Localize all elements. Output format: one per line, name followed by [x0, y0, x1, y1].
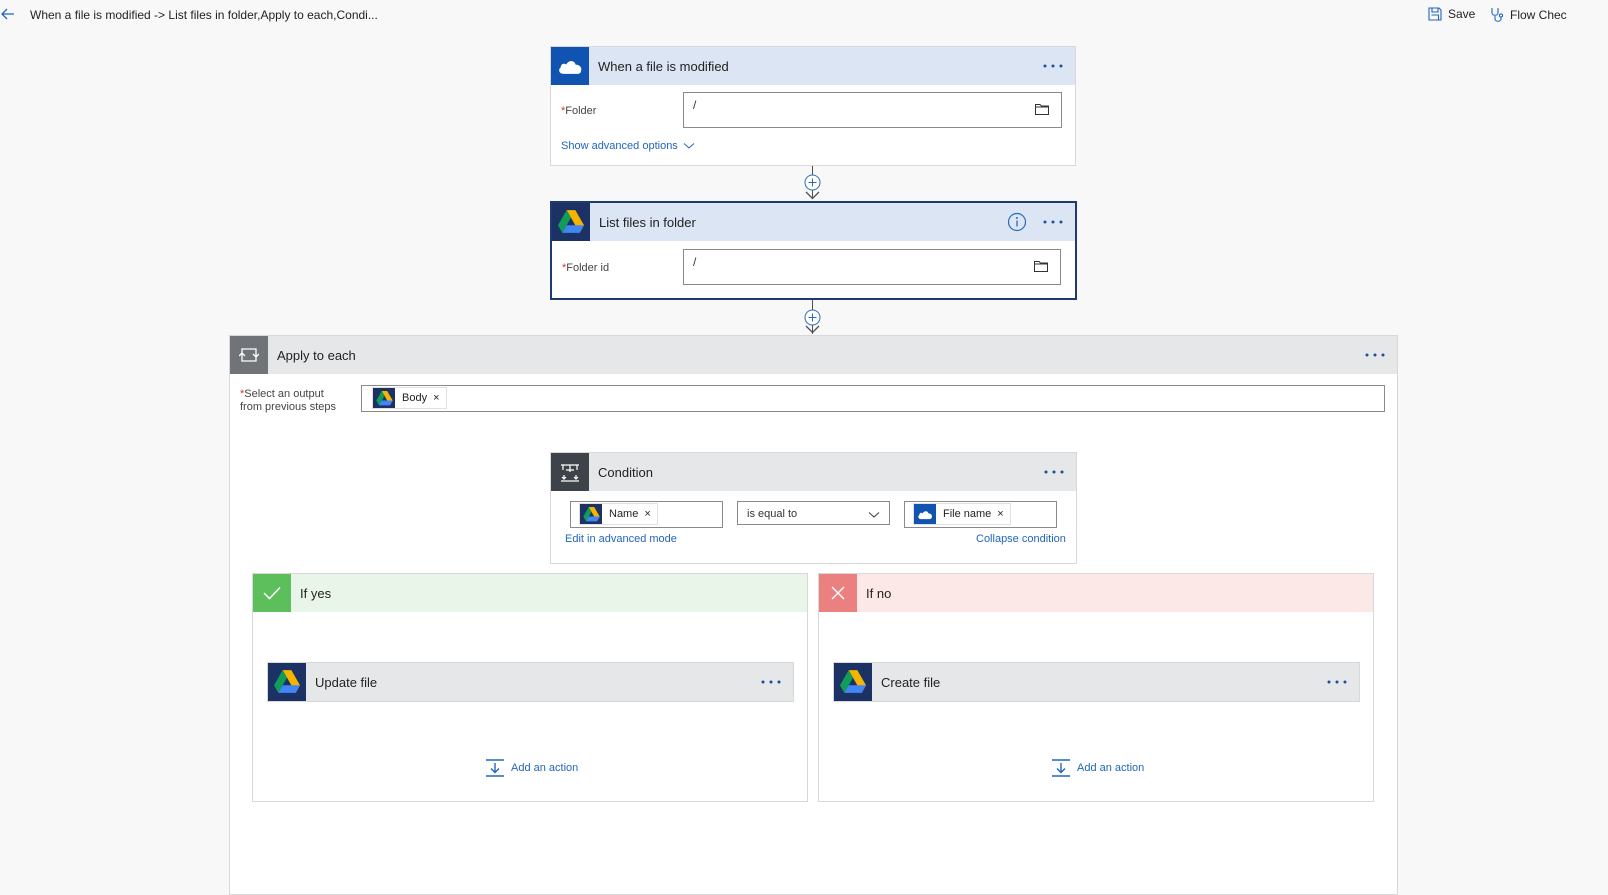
close-icon [819, 574, 857, 612]
google-drive-icon [373, 388, 395, 408]
condition-right-input[interactable]: File name × [904, 501, 1057, 528]
add-action-icon [485, 759, 505, 777]
insert-step-plus-icon[interactable] [804, 309, 821, 326]
folder-label: *Folder [561, 105, 597, 117]
loop-icon [230, 336, 268, 374]
more-options-icon[interactable] [1039, 56, 1067, 76]
select-output-input[interactable]: Body × [361, 385, 1385, 412]
add-action-button[interactable]: Add an action [1051, 759, 1144, 777]
info-icon[interactable] [1007, 212, 1027, 232]
list-files-card[interactable]: List files in folder *Folder id / [550, 201, 1077, 300]
condition-header[interactable]: Condition [551, 453, 1076, 491]
checkmark-icon [253, 574, 291, 612]
google-drive-icon [268, 663, 306, 701]
onedrive-icon [551, 47, 589, 85]
command-bar: When a file is modified -> List files in… [0, 0, 1608, 30]
create-file-header[interactable]: Create file [834, 663, 1359, 701]
apply-to-each-title: Apply to each [277, 347, 356, 363]
flow-title: When a file is modified -> List files in… [30, 8, 378, 22]
update-file-header[interactable]: Update file [268, 663, 793, 701]
body-token[interactable]: Body × [372, 387, 447, 409]
chevron-down-icon [683, 143, 695, 149]
name-token[interactable]: Name × [579, 503, 658, 525]
folder-id-label: *Folder id [562, 262, 610, 274]
flow-checker-label: Flow Chec [1510, 8, 1567, 22]
more-options-icon[interactable] [757, 672, 785, 692]
more-options-icon[interactable] [1323, 672, 1351, 692]
list-files-header[interactable]: List files in folder [552, 203, 1075, 241]
remove-token-icon[interactable]: × [997, 508, 1003, 520]
condition-card[interactable]: Condition Name × is equal to File name ×… [550, 452, 1077, 564]
condition-icon [551, 453, 589, 491]
remove-token-icon[interactable]: × [433, 392, 439, 404]
trigger-title: When a file is modified [598, 58, 729, 74]
google-drive-icon [580, 504, 602, 524]
condition-left-input[interactable]: Name × [570, 501, 723, 528]
collapse-condition-link[interactable]: Collapse condition [976, 533, 1066, 545]
trigger-card[interactable]: When a file is modified *Folder / Show a… [550, 46, 1076, 166]
edit-advanced-mode-link[interactable]: Edit in advanced mode [565, 533, 677, 545]
folder-value: / [693, 98, 697, 112]
folder-picker-icon[interactable] [1034, 260, 1048, 272]
save-label: Save [1448, 7, 1476, 21]
trigger-header[interactable]: When a file is modified [551, 47, 1075, 85]
operator-select[interactable]: is equal to [737, 501, 890, 525]
stethoscope-icon [1491, 8, 1504, 22]
folder-id-value: / [693, 255, 697, 269]
arrow-down-icon [805, 325, 820, 334]
add-action-icon [1051, 759, 1071, 777]
apply-to-each-header[interactable]: Apply to each [230, 336, 1397, 374]
if-yes-header[interactable]: If yes [253, 574, 807, 612]
file-name-token[interactable]: File name × [913, 503, 1011, 525]
more-options-icon[interactable] [1039, 212, 1067, 232]
save-button[interactable]: Save [1428, 7, 1475, 21]
update-file-card[interactable]: Update file [267, 662, 794, 702]
condition-title: Condition [598, 464, 653, 480]
if-no-header[interactable]: If no [819, 574, 1373, 612]
create-file-card[interactable]: Create file [833, 662, 1360, 702]
if-yes-branch[interactable]: If yes Update file Add an action [252, 573, 808, 802]
insert-step-plus-icon[interactable] [804, 174, 821, 191]
list-files-title: List files in folder [599, 214, 696, 230]
save-icon [1428, 7, 1442, 21]
folder-picker-icon[interactable] [1035, 103, 1049, 115]
create-file-title: Create file [881, 674, 941, 690]
add-action-button[interactable]: Add an action [485, 759, 578, 777]
update-file-title: Update file [315, 674, 378, 690]
more-options-icon[interactable] [1040, 462, 1068, 482]
chevron-down-icon [868, 512, 880, 518]
google-drive-icon [552, 203, 590, 241]
folder-id-input[interactable]: / [683, 249, 1061, 285]
flow-checker-button[interactable]: Flow Chec [1490, 7, 1567, 23]
google-drive-icon [834, 663, 872, 701]
if-no-branch[interactable]: If no Create file Add an action [818, 573, 1374, 802]
if-no-title: If no [866, 585, 892, 601]
arrow-down-icon [805, 191, 820, 200]
more-options-icon[interactable] [1361, 345, 1389, 365]
remove-token-icon[interactable]: × [644, 508, 650, 520]
back-arrow-icon[interactable] [0, 6, 16, 22]
if-yes-title: If yes [300, 585, 332, 601]
onedrive-icon [914, 504, 936, 524]
select-output-label: *Select an output from previous steps [240, 388, 336, 413]
folder-input[interactable]: / [683, 92, 1062, 128]
show-advanced-options-link[interactable]: Show advanced options [561, 140, 695, 152]
